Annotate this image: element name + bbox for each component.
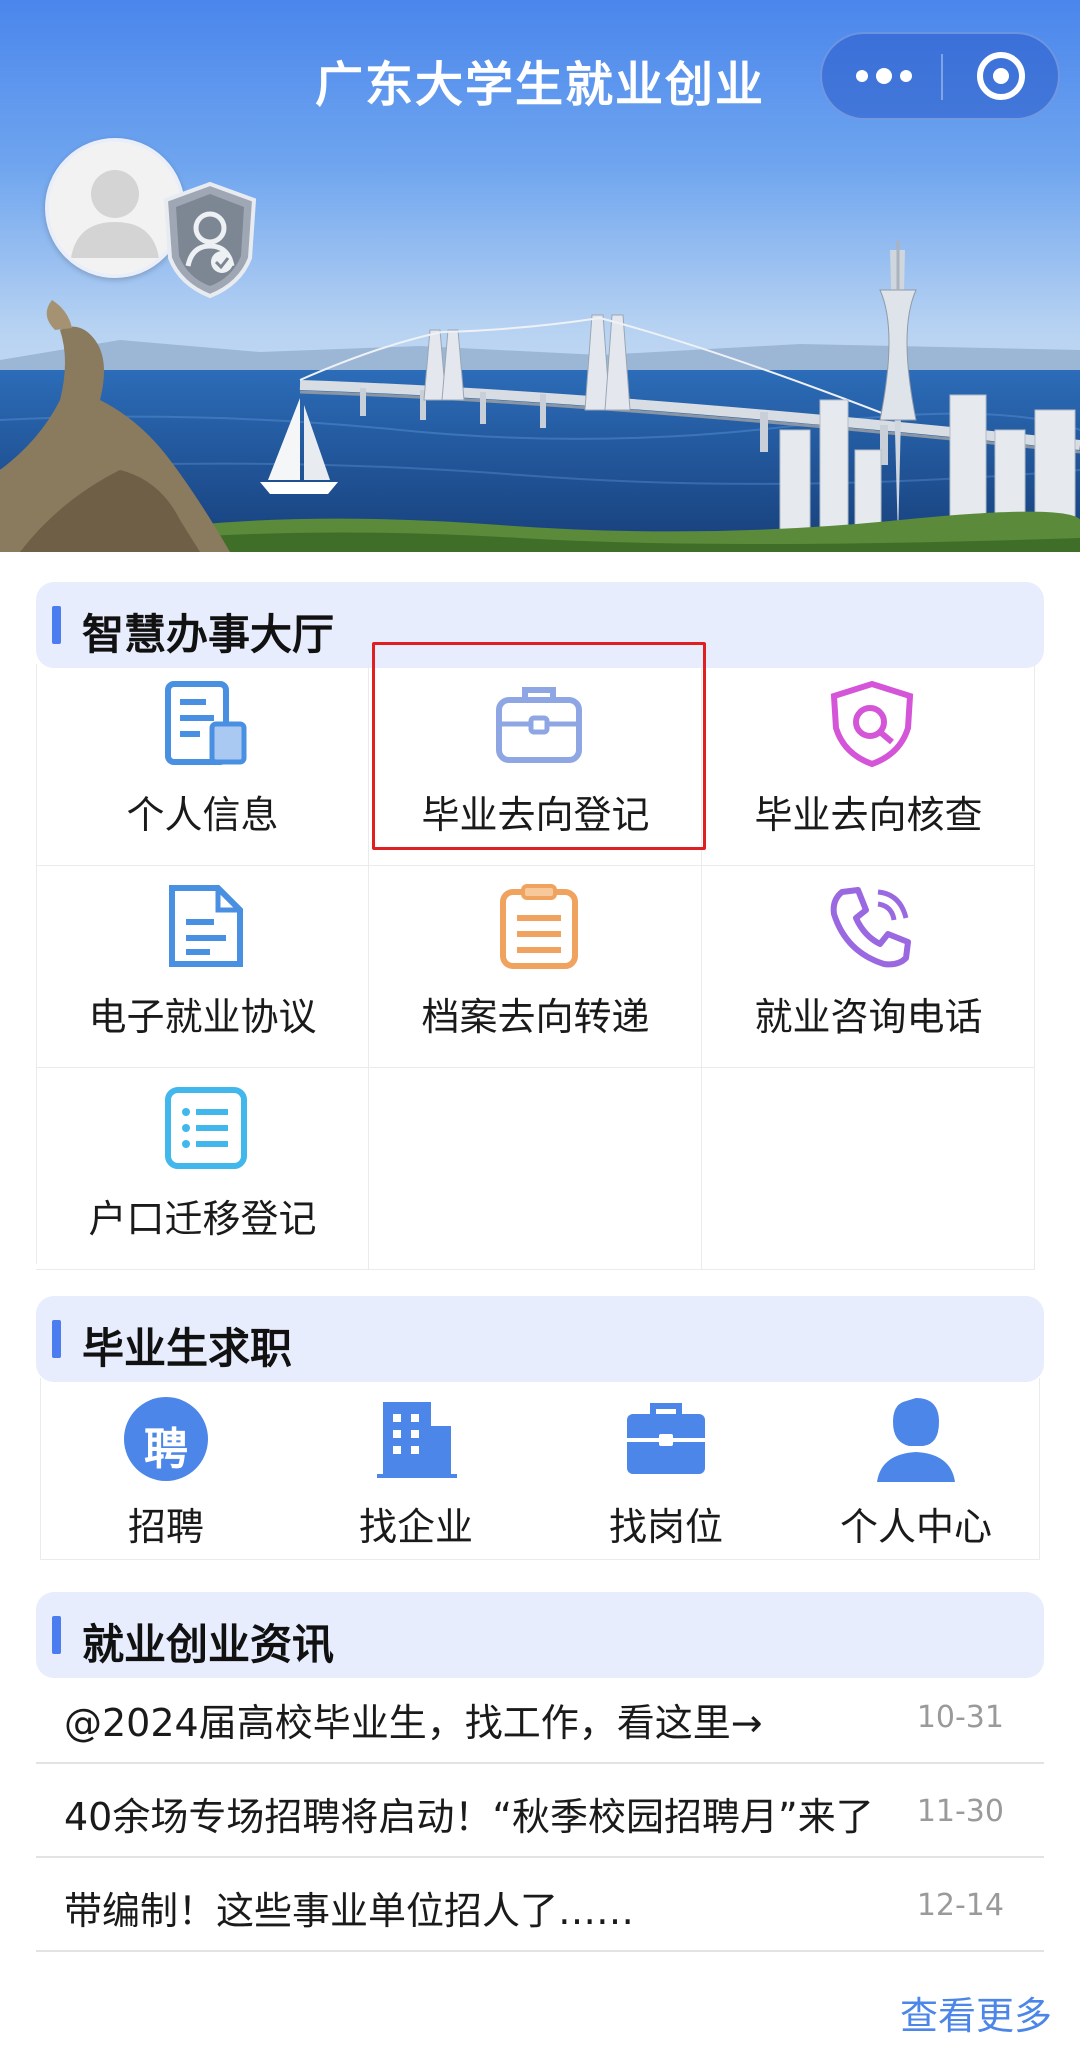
job-label: 招聘: [127, 1505, 204, 1549]
service-label: 档案去向转递: [421, 995, 650, 1039]
service-label: 就业咨询电话: [754, 995, 983, 1039]
person-icon: [873, 1396, 959, 1482]
job-find-company[interactable]: 找企业: [291, 1396, 541, 1556]
service-empty-cell: [702, 1068, 1035, 1270]
service-e-employment-agreement[interactable]: 电子就业协议: [36, 866, 369, 1068]
service-label: 户口迁移登记: [88, 1197, 317, 1241]
service-hukou-migration[interactable]: 户口迁移登记: [36, 1068, 369, 1270]
news-item[interactable]: 40余场专场招聘将启动！“秋季校园招聘月”来了 11-30: [36, 1764, 1044, 1858]
briefcase-icon: [623, 1396, 709, 1482]
document-icon: [162, 882, 250, 970]
job-label: 个人中心: [839, 1505, 992, 1549]
news-date: 10-31: [916, 1700, 1004, 1735]
service-label: 个人信息: [126, 793, 279, 837]
service-personal-info[interactable]: 个人信息: [36, 664, 369, 866]
clipboard-icon: [495, 882, 583, 970]
phone-icon: [828, 882, 916, 970]
recruit-icon: 聘: [123, 1396, 209, 1482]
verified-shield-icon: [160, 180, 260, 300]
job-label: 找岗位: [608, 1505, 723, 1549]
service-empty-cell: [369, 1068, 702, 1270]
service-label: 电子就业协议: [88, 995, 317, 1039]
job-find-position[interactable]: 找岗位: [541, 1396, 791, 1556]
search-shield-icon: [828, 680, 916, 768]
recruit-icon-glyph: 聘: [144, 1424, 188, 1475]
more-dots-icon[interactable]: [822, 34, 941, 118]
jobs-grid: 聘 招聘 找企业 找岗位 个人中心: [40, 1378, 1040, 1560]
view-more-link[interactable]: 查看更多: [900, 1985, 1052, 2040]
news-date: 12-14: [916, 1888, 1004, 1923]
jobs-section-title: 毕业生求职: [82, 1324, 293, 1373]
hero-banner: 广东大学生就业创业: [0, 0, 1080, 552]
news-title: @2024届高校毕业生，找工作，看这里→: [64, 1701, 763, 1745]
service-employment-hotline[interactable]: 就业咨询电话: [702, 866, 1035, 1068]
news-item[interactable]: @2024届高校毕业生，找工作，看这里→ 10-31: [36, 1670, 1044, 1764]
target-close-icon[interactable]: [943, 34, 1060, 118]
profile-document-icon: [162, 680, 250, 768]
building-icon: [373, 1396, 459, 1482]
job-recruit[interactable]: 聘 招聘: [41, 1396, 291, 1556]
service-archive-transfer[interactable]: 档案去向转递: [369, 866, 702, 1068]
selection-highlight-box: [372, 642, 706, 850]
service-label: 毕业去向核查: [754, 793, 983, 837]
news-item[interactable]: 带编制！这些事业单位招人了…… 12-14: [36, 1858, 1044, 1952]
news-title: 带编制！这些事业单位招人了……: [64, 1889, 635, 1933]
jobs-section-header: 毕业生求职: [36, 1296, 1044, 1382]
service-graduation-destination-verify[interactable]: 毕业去向核查: [702, 664, 1035, 866]
menu-capsule: [820, 32, 1060, 120]
news-section-header: 就业创业资讯: [36, 1592, 1044, 1678]
services-section-title: 智慧办事大厅: [82, 610, 335, 659]
job-personal-center[interactable]: 个人中心: [791, 1396, 1041, 1556]
section-accent-bar: [52, 1616, 61, 1654]
job-label: 找企业: [358, 1505, 473, 1549]
news-title: 40余场专场招聘将启动！“秋季校园招聘月”来了: [64, 1795, 874, 1839]
section-accent-bar: [52, 1320, 61, 1358]
news-section-title: 就业创业资讯: [82, 1620, 335, 1669]
news-date: 11-30: [916, 1794, 1004, 1829]
list-icon: [162, 1084, 250, 1172]
section-accent-bar: [52, 606, 61, 644]
